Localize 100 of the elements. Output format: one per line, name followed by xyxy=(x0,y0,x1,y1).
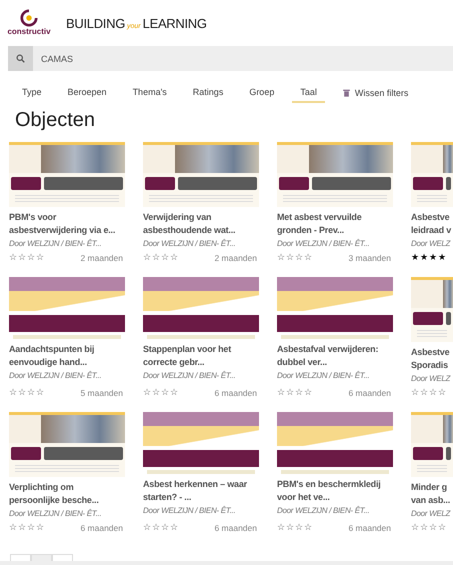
star-icon: ☆ xyxy=(152,252,160,263)
search-field[interactable]: CAMAS xyxy=(8,46,453,71)
star-icon: ☆ xyxy=(277,252,285,263)
section-heading: Objecten xyxy=(15,109,96,132)
tagline-text: LEARNING xyxy=(142,16,207,30)
filter-tab[interactable]: Taal xyxy=(292,83,325,103)
object-card[interactable]: Asbestve Sporadis Door WELZ ☆☆☆☆ xyxy=(411,277,453,400)
star-icon: ☆ xyxy=(420,387,428,398)
card-age: 2 maanden xyxy=(80,252,123,262)
document-thumbnail-drawing xyxy=(411,142,453,207)
object-card[interactable]: Verwijdering van asbesthoudende wat... Door WELZIJN / BIEN- ÊT... ☆☆☆☆ 2 maanden xyxy=(143,142,259,265)
filter-tab[interactable]: Groep xyxy=(249,83,274,103)
tagline-text: BUILDING xyxy=(66,16,126,30)
star-icon: ☆ xyxy=(152,522,160,533)
star-icon: ☆ xyxy=(304,522,312,533)
object-card[interactable]: Stappenplan voor het correcte gebr... Door WELZIJN / BIEN- ÊT... ☆☆☆☆ 6 maanden xyxy=(143,277,259,400)
star-icon: ★ xyxy=(411,252,419,263)
page-button[interactable] xyxy=(52,554,73,561)
object-card[interactable]: Asbestve leidraad v Door WELZ ★★★★ xyxy=(411,142,453,265)
star-icon: ☆ xyxy=(286,522,294,533)
object-card[interactable]: PBM's voor asbestverwijdering via e... Door WELZIJN / BIEN- ÊT... ☆☆☆☆ 2 maanden xyxy=(9,142,125,265)
card-title[interactable]: Verwijdering van asbesthoudende wat... xyxy=(143,211,259,237)
card-author: Door WELZIJN / BIEN- ÊT... xyxy=(9,239,102,248)
star-icon: ☆ xyxy=(36,387,44,398)
star-icon: ☆ xyxy=(9,387,17,398)
card-title[interactable]: Stappenplan voor het correcte gebr... xyxy=(143,343,259,369)
document-thumbnail-drawing xyxy=(411,412,453,477)
card-title[interactable]: PBM's voor asbestverwijdering via e... xyxy=(9,211,125,237)
card-author: Door WELZIJN / BIEN- ÊT... xyxy=(9,509,102,518)
star-icon: ☆ xyxy=(295,522,303,533)
filter-tab[interactable]: Thema's xyxy=(132,83,167,103)
star-icon: ☆ xyxy=(429,387,437,398)
star-icon: ☆ xyxy=(429,522,437,533)
star-icon: ☆ xyxy=(304,387,312,398)
card-title[interactable]: PBM's en beschermkledij voor het ve... xyxy=(277,478,393,504)
star-icon: ☆ xyxy=(438,387,446,398)
card-author: Door WELZIJN / BIEN- ÊT... xyxy=(277,239,370,248)
object-card[interactable]: Asbest herkennen – waar starten? - ... Door WELZIJN / BIEN- ÊT... ☆☆☆☆ 6 maanden xyxy=(143,412,259,535)
star-icon: ☆ xyxy=(438,522,446,533)
star-icon: ☆ xyxy=(9,252,17,263)
star-icon: ☆ xyxy=(277,522,285,533)
object-card[interactable]: PBM's en beschermkledij voor het ve... Door WELZIJN / BIEN- ÊT... ☆☆☆☆ 6 maanden xyxy=(277,412,393,535)
star-icon: ☆ xyxy=(295,252,303,263)
star-icon: ☆ xyxy=(304,252,312,263)
card-author: Door WELZIJN / BIEN- ÊT... xyxy=(277,371,370,380)
card-title[interactable]: Minder g van asb... xyxy=(411,481,453,507)
card-age: 3 maanden xyxy=(348,252,391,262)
search-icon[interactable] xyxy=(16,54,25,63)
page-button[interactable] xyxy=(31,554,52,561)
star-icon: ☆ xyxy=(143,387,151,398)
card-title[interactable]: Met asbest vervuilde gronden - Prev... xyxy=(277,211,393,237)
object-card[interactable]: Verplichting om persoonlijke besche... Door WELZIJN / BIEN- ÊT... ☆☆☆☆ 6 maanden xyxy=(9,412,125,535)
star-icon: ☆ xyxy=(18,252,26,263)
card-age: 5 maanden xyxy=(80,388,123,398)
star-icon: ★ xyxy=(438,252,446,263)
star-icon: ☆ xyxy=(170,387,178,398)
star-icon: ☆ xyxy=(286,252,294,263)
logo-wordmark: constructiv xyxy=(7,26,51,36)
filter-tab[interactable]: Ratings xyxy=(192,83,224,103)
card-title[interactable]: Asbest herkennen – waar starten? - ... xyxy=(143,478,259,504)
card-title[interactable]: Asbestve Sporadis xyxy=(411,346,453,372)
star-icon: ☆ xyxy=(411,522,419,533)
star-icon: ☆ xyxy=(161,522,169,533)
clear-filters-link[interactable]: Wissen filters xyxy=(354,88,408,98)
object-card[interactable]: Met asbest vervuilde gronden - Prev... Door WELZIJN / BIEN- ÊT... ☆☆☆☆ 3 maanden xyxy=(277,142,393,265)
star-icon: ☆ xyxy=(277,387,285,398)
star-icon: ★ xyxy=(429,252,437,263)
card-title[interactable]: Asbestafval verwijderen: dubbel ver... xyxy=(277,343,393,369)
star-icon: ☆ xyxy=(18,387,26,398)
trash-icon[interactable] xyxy=(342,89,350,97)
card-title[interactable]: Aandachtspunten bij eenvoudige hand... xyxy=(9,343,125,369)
object-card[interactable]: Minder g van asb... Door WELZ ☆☆☆☆ xyxy=(411,412,453,535)
star-icon: ☆ xyxy=(27,387,35,398)
star-icon: ☆ xyxy=(18,522,26,533)
star-icon: ☆ xyxy=(420,522,428,533)
card-title[interactable]: Verplichting om persoonlijke besche... xyxy=(9,481,125,507)
card-age: 6 maanden xyxy=(214,522,257,532)
star-icon: ☆ xyxy=(286,387,294,398)
star-icon: ☆ xyxy=(9,522,17,533)
card-age: 6 maanden xyxy=(214,388,257,398)
card-title[interactable]: Asbestve leidraad v xyxy=(411,211,453,237)
card-age: 6 maanden xyxy=(348,522,391,532)
card-age: 6 maanden xyxy=(80,522,123,532)
card-age: 6 maanden xyxy=(348,388,391,398)
page-button[interactable] xyxy=(10,554,31,561)
star-icon: ☆ xyxy=(295,387,303,398)
card-author: Door WELZ xyxy=(411,509,452,518)
filter-tab[interactable]: Beroepen xyxy=(68,83,107,103)
star-icon: ☆ xyxy=(161,252,169,263)
document-thumbnail-drawing xyxy=(411,277,453,342)
card-author: Door WELZIJN / BIEN- ÊT... xyxy=(143,239,236,248)
star-icon: ☆ xyxy=(27,522,35,533)
card-author: Door WELZIJN / BIEN- ÊT... xyxy=(143,506,236,515)
object-card[interactable]: Aandachtspunten bij eenvoudige hand... Door WELZIJN / BIEN- ÊT... ☆☆☆☆ 5 maanden xyxy=(9,277,125,400)
card-author: Door WELZ xyxy=(411,374,452,383)
star-icon: ☆ xyxy=(411,387,419,398)
object-card[interactable]: Asbestafval verwijderen: dubbel ver... Door WELZIJN / BIEN- ÊT... ☆☆☆☆ 6 maanden xyxy=(277,277,393,400)
star-icon: ☆ xyxy=(143,252,151,263)
card-age: 2 maanden xyxy=(214,252,257,262)
filter-tab[interactable]: Type xyxy=(22,83,42,103)
